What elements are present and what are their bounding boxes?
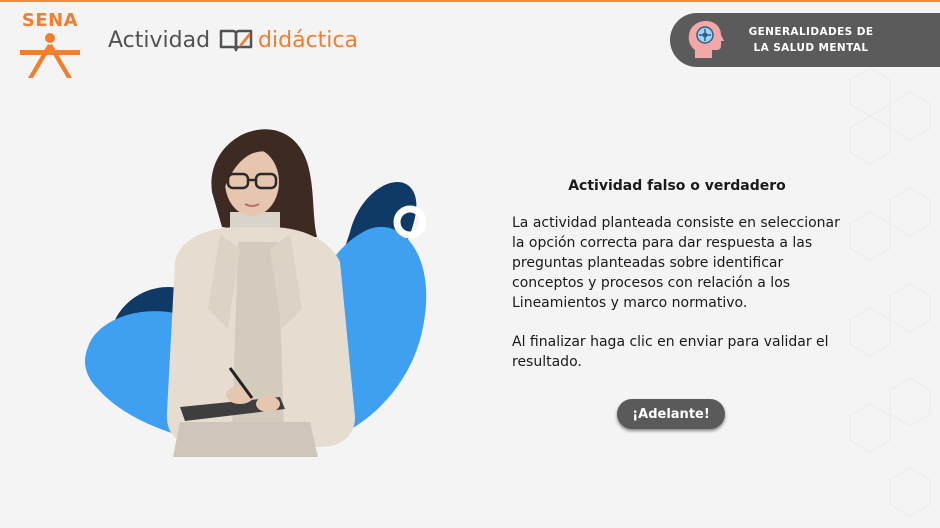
activity-instructions: Actividad falso o verdadero La actividad…	[512, 178, 842, 391]
topic-title-line1: GENERALIDADES DE	[748, 26, 874, 38]
activity-heading: Actividad falso o verdadero	[568, 178, 786, 194]
sena-logo-mark	[20, 33, 80, 78]
activity-description: La actividad planteada consiste en selec…	[512, 215, 840, 311]
activity-type-title: Actividad didáctica	[108, 26, 358, 54]
top-accent-line	[0, 0, 940, 2]
woman-figure	[166, 129, 355, 457]
woman-with-tablet-illustration	[85, 129, 427, 457]
start-button[interactable]: ¡Adelante!	[617, 399, 725, 429]
activity-label: Actividad	[108, 27, 211, 53]
topic-title: GENERALIDADES DE LA SALUD MENTAL	[736, 24, 886, 56]
topic-badge: GENERALIDADES DE LA SALUD MENTAL	[670, 13, 940, 67]
activity-instruction: Al finalizar haga clic en enviar para va…	[512, 334, 829, 370]
open-book-icon	[219, 29, 253, 52]
didactic-label: didáctica	[258, 27, 358, 53]
topic-title-line2: LA SALUD MENTAL	[753, 42, 869, 54]
sena-logo: SENA	[14, 10, 86, 80]
brain-head-icon	[688, 21, 724, 58]
